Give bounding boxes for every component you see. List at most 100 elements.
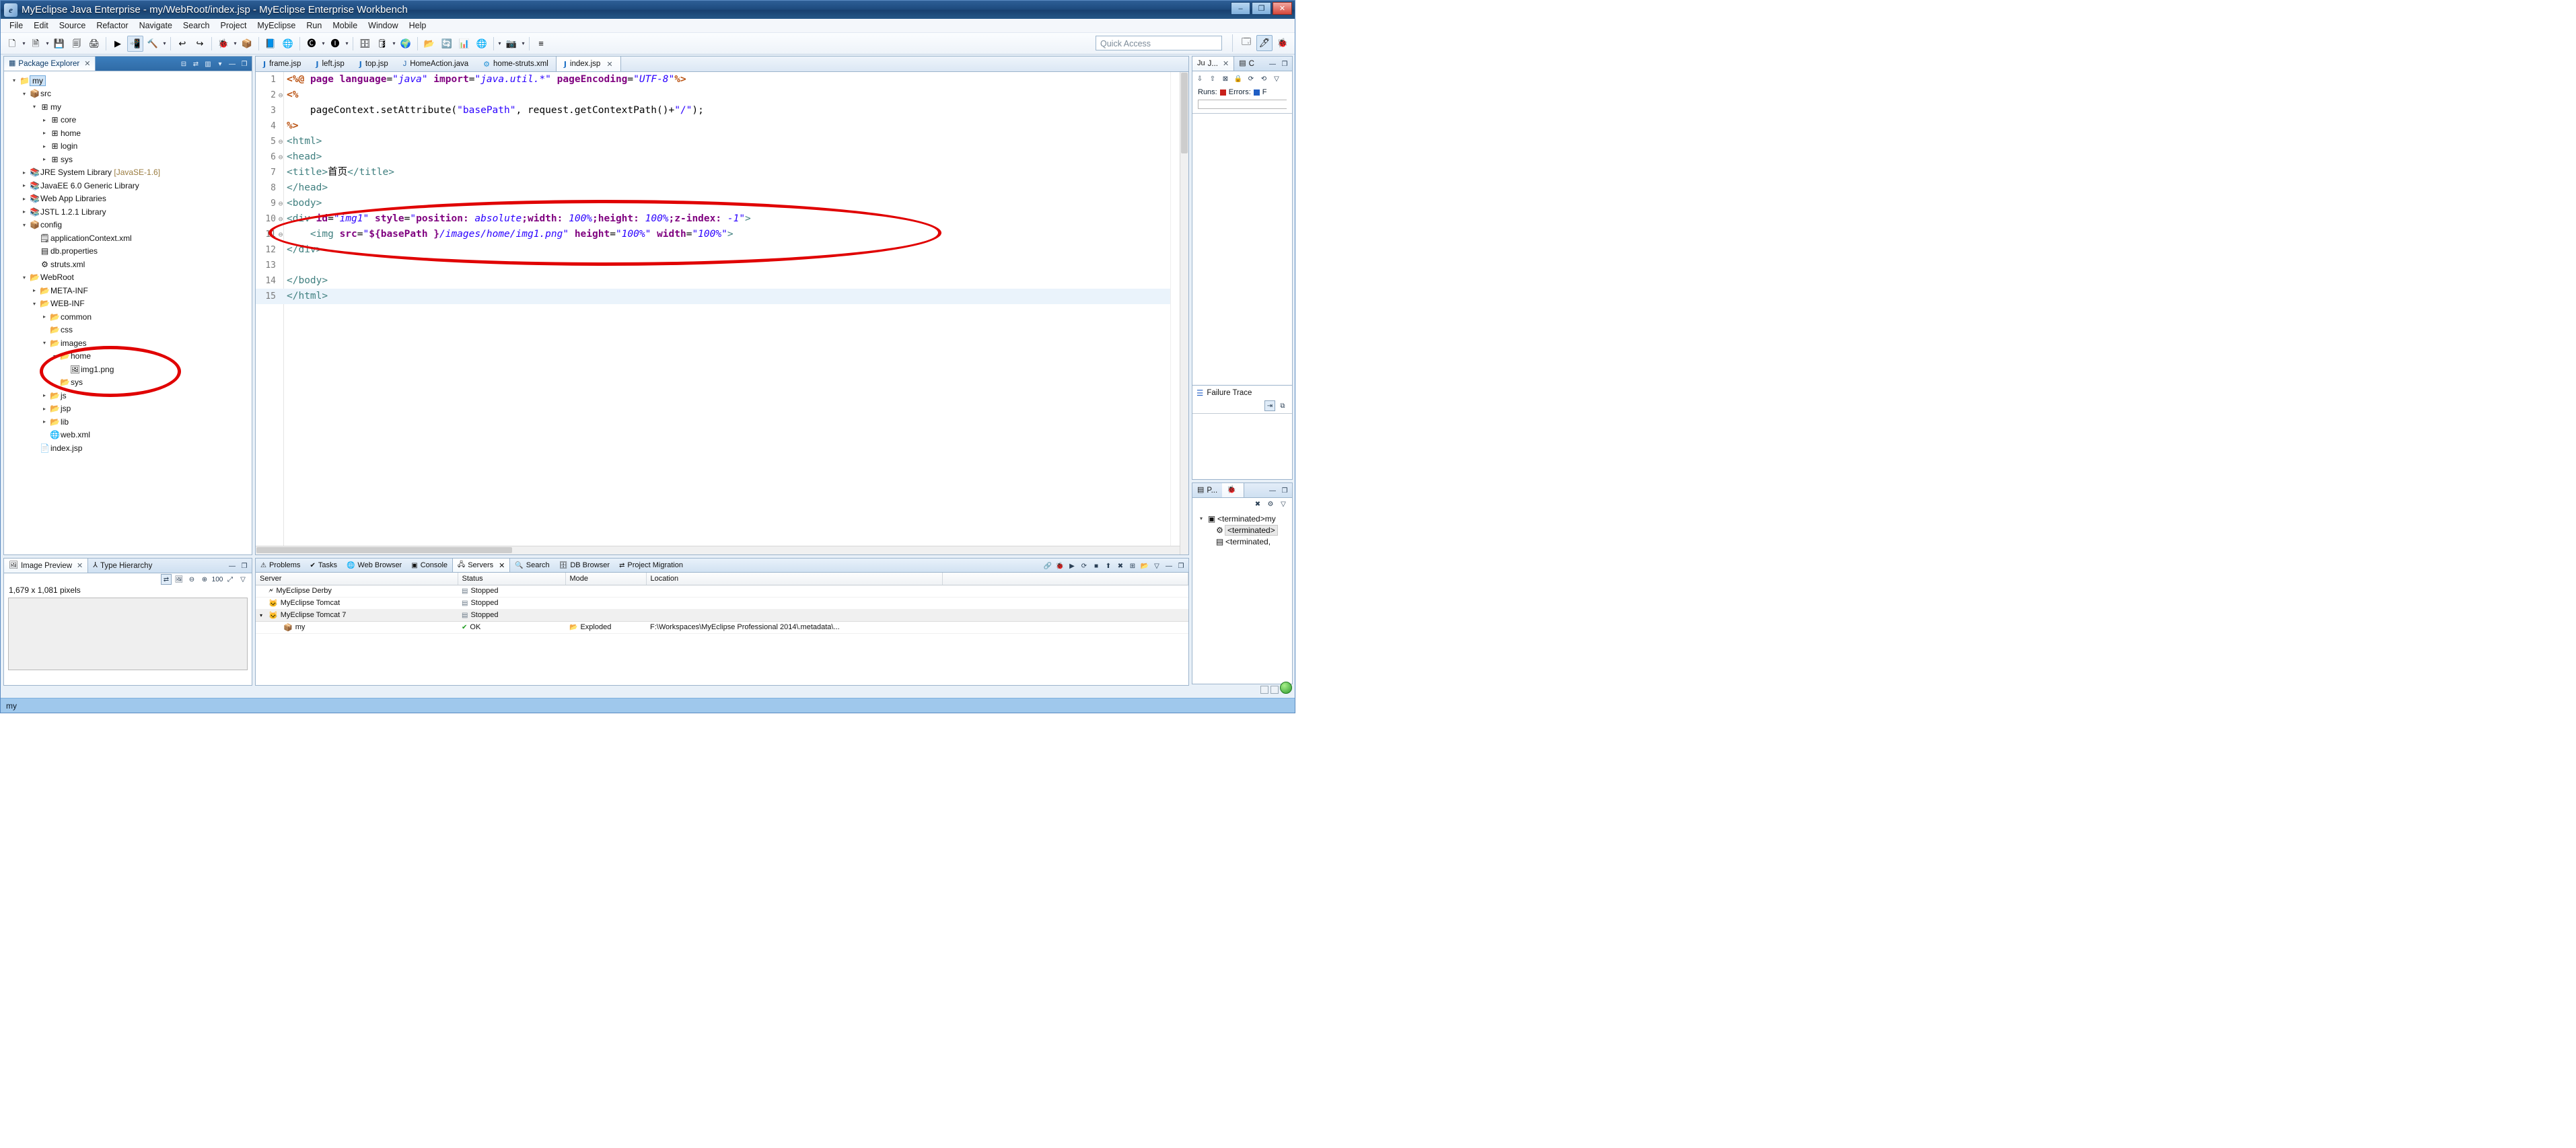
tree-node-applicationcontext-xml[interactable]: 🗒 applicationContext.xml [4,231,252,245]
launch-node[interactable]: ▤ <terminated, [1194,536,1291,547]
tree-node-web-inf[interactable]: ▾ 📂 WEB-INF [4,297,252,311]
expand-arrow-icon[interactable]: ▾ [9,77,19,83]
menu-mobile[interactable]: Mobile [327,20,363,32]
menu-search[interactable]: Search [178,20,215,32]
rerun-failed-icon[interactable]: ⟲ [1258,73,1269,84]
tree-node-struts-xml[interactable]: ⚙ struts.xml [4,258,252,271]
collapse-arrow-icon[interactable]: ▸ [20,196,29,202]
fold-toggle-icon[interactable]: ⊖ [277,149,284,165]
dropdown-arrow-icon[interactable]: ▾ [21,40,27,46]
collapse-arrow-icon[interactable]: ▸ [40,143,49,149]
menu-navigate[interactable]: Navigate [134,20,178,32]
minimize-icon[interactable]: — [1267,59,1278,69]
editor-tab-homeaction-java[interactable]: J HomeAction.java [396,57,476,71]
open-folder-icon[interactable]: 📂 [421,36,437,52]
dropdown-arrow-icon[interactable]: ▾ [344,40,350,46]
expand-arrow-icon[interactable]: ▾ [20,91,29,97]
code-line[interactable]: 11 ⊖ <img src="${basePath }/images/home/i… [256,227,1188,242]
add-module-icon[interactable]: ⊞ [1127,561,1138,571]
db-explorer-icon[interactable]: 🗄 [357,36,373,52]
collapse-arrow-icon[interactable]: ▸ [40,117,49,123]
tree-node-javaee-6-0-generic-library[interactable]: ▸ 📚 JavaEE 6.0 Generic Library [4,179,252,192]
tree-node-common[interactable]: ▸ 📂 common [4,310,252,324]
minimize-icon[interactable]: — [227,59,238,69]
web-browser-icon[interactable]: 🌐 [474,36,490,52]
menu-myeclipse[interactable]: MyEclipse [252,20,301,32]
code-line[interactable]: 10 ⊖ <div id="img1" style="position: absol… [256,211,1188,227]
collapse-arrow-icon[interactable]: ▸ [40,156,49,162]
server-row[interactable]: 📦 my ✔ OK 📂 Exploded F:\Workspaces\MyEclipse P… [256,621,1188,634]
fold-toggle-icon[interactable]: ⊖ [277,211,284,227]
bottom-tab-problems[interactable]: ⚠ Problems [256,559,305,572]
stop-server-icon[interactable]: ■ [1091,561,1102,571]
tree-node-web-app-libraries[interactable]: ▸ 📚 Web App Libraries [4,192,252,206]
close-icon[interactable]: ✕ [77,561,83,570]
code-line[interactable]: 13 [256,258,1188,273]
image-properties-icon[interactable]: 🖼 [174,574,184,585]
deploy-myeclipse-icon[interactable]: 📲 [127,35,143,52]
editor-tab-home-struts-xml[interactable]: ⚙ home-struts.xml [476,57,556,71]
server-row[interactable]: 🗲 MyEclipse Derby ▤ Stopped [256,585,1188,598]
start-server-icon[interactable]: ▶ [1067,561,1077,571]
editor-tab-index-jsp[interactable]: 𝗝index.jsp ✕ [555,57,621,71]
column-header-mode[interactable]: Mode [565,573,647,585]
zoom-100-icon[interactable]: 100 [212,574,223,585]
dropdown-arrow-icon[interactable]: ▾ [520,40,526,46]
collapse-arrow-icon[interactable]: ▸ [40,419,49,425]
open-folder-icon[interactable]: 📂 [1139,561,1150,571]
close-button[interactable]: ✕ [1273,2,1292,15]
tree-node-jstl-1-2-1-library[interactable]: ▸ 📚 JSTL 1.2.1 Library [4,205,252,219]
tab-image-preview[interactable]: 🖼 Image Preview ✕ [4,559,89,573]
open-perspective-button[interactable]: 🗔 [1238,35,1254,51]
code-line[interactable]: 8 </head> [256,180,1188,196]
horizontal-scrollbar[interactable] [256,546,1180,554]
snapshot-icon[interactable]: 📷 [503,36,520,52]
myeclipse-java-enterprise-perspective-button[interactable]: 🖊 [1256,35,1273,51]
menu-project[interactable]: Project [215,20,252,32]
publish-icon[interactable]: ⬆ [1103,561,1114,571]
scroll-lock-icon[interactable]: 🔒 [1233,73,1244,84]
editor-tab-frame-jsp[interactable]: 𝗝frame.jsp [256,57,308,71]
view-menu-icon[interactable]: ▽ [1271,73,1282,84]
source-code-area[interactable]: 1 <%@ page language="java" import="java.u… [256,72,1188,554]
toggle-marks-icon[interactable]: ≡ [533,36,549,52]
bottom-tab-project-migration[interactable]: ⇄ Project Migration [614,559,688,572]
tree-node-web-xml[interactable]: 🌐 web.xml [4,429,252,442]
save-icon[interactable]: 💾 [51,36,67,52]
tree-node-jsp[interactable]: ▸ 📂 jsp [4,402,252,416]
zoom-out-icon[interactable]: ⊖ [186,574,197,585]
tree-node-home[interactable]: ▾ 📂 home [4,350,252,363]
bottom-tab-db-browser[interactable]: 🗄 DB Browser [554,559,614,572]
fold-toggle-icon[interactable]: ⊖ [277,196,284,211]
server-row[interactable]: 🐱 MyEclipse Tomcat ▤ Stopped [256,597,1188,610]
globe-icon[interactable]: 🌍 [398,36,414,52]
collapse-all-icon[interactable]: ⊟ [178,59,189,69]
bottom-tab-servers[interactable]: 🖧 Servers ✕ [452,559,511,572]
quick-access-input[interactable]: Quick Access [1096,36,1222,50]
web-20-icon[interactable]: 🌐 [280,36,296,52]
print-icon[interactable]: 🖨 [86,36,102,52]
view-menu-icon[interactable]: ▽ [1278,499,1289,509]
launch-tree[interactable]: ▾ ▣ <terminated>my ⚙ <terminated> ▤ <terminate… [1192,510,1292,550]
show-failures-only-icon[interactable]: ⊠ [1220,73,1231,84]
launch-node[interactable]: ▾ ▣ <terminated>my [1194,513,1291,524]
rerun-test-icon[interactable]: ⟳ [1246,73,1256,84]
tab-package-explorer[interactable]: ▦ Package Explorer ✕ [4,57,96,71]
tree-node-meta-inf[interactable]: ▸ 📂 META-INF [4,284,252,297]
next-failure-icon[interactable]: ⇩ [1194,73,1205,84]
code-line[interactable]: 5 ⊖ <html> [256,134,1188,149]
tree-node-lib[interactable]: ▸ 📂 lib [4,415,252,429]
expand-arrow-icon[interactable]: ▾ [50,353,59,359]
menu-edit[interactable]: Edit [28,20,54,32]
expand-arrow-icon[interactable]: ▾ [1196,515,1206,522]
minimize-icon[interactable]: — [1267,485,1278,496]
code-line[interactable]: 7 <title>首页</title> [256,165,1188,180]
column-header-status[interactable]: Status [458,573,566,585]
dropdown-arrow-icon[interactable]: ▾ [162,40,168,46]
debug-server-icon[interactable]: 🐞 [1054,561,1065,571]
tree-node-jre-system-library[interactable]: ▸ 📚 JRE System Library [JavaSE-1.6] [4,166,252,180]
open-type-icon[interactable]: 📦 [239,36,255,52]
filter-stack-trace-icon[interactable]: ⇥ [1264,400,1275,411]
menu-help[interactable]: Help [404,20,432,32]
menu-window[interactable]: Window [363,20,403,32]
